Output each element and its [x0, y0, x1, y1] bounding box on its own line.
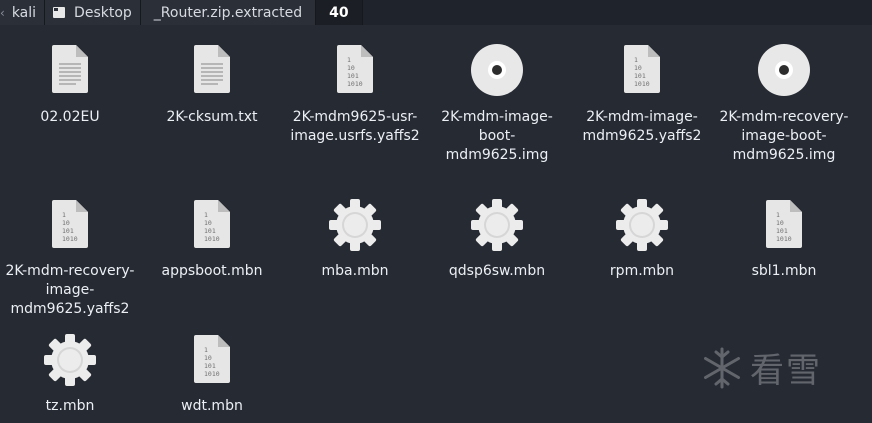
file-name: 2K-mdm-recovery- image- mdm9625.yaffs2 — [5, 263, 135, 317]
breadcrumb-kali[interactable]: ‹ kali — [0, 0, 46, 25]
breadcrumb-label: 40 — [329, 4, 349, 21]
file-name: 02.02EU — [40, 109, 100, 125]
executable-gear-icon — [616, 199, 668, 251]
desktop-folder-icon — [53, 7, 66, 18]
binary-file-icon: 1 10 101 1010 — [194, 335, 230, 383]
path-bar: ‹ kali Desktop _Router.zip.extracted 40 — [0, 0, 872, 25]
svg-text:101: 101 — [776, 227, 788, 235]
breadcrumb-label: kali — [11, 4, 37, 21]
svg-text:10: 10 — [204, 354, 212, 362]
breadcrumb-router-extracted[interactable]: _Router.zip.extracted — [140, 0, 317, 25]
binary-file-icon: 1 10 101 1010 — [337, 45, 373, 93]
binary-file-icon: 1 10 101 1010 — [624, 45, 660, 93]
svg-text:1: 1 — [634, 56, 638, 64]
file-name: 2K-mdm-image- boot- mdm9625.img — [441, 109, 553, 163]
svg-text:1: 1 — [62, 211, 66, 219]
svg-text:1010: 1010 — [776, 235, 792, 243]
svg-text:10: 10 — [776, 219, 784, 227]
text-file-icon — [194, 45, 230, 93]
file-name: 2K-mdm-recovery- image-boot- mdm9625.img — [719, 109, 849, 163]
svg-text:1: 1 — [204, 346, 208, 354]
executable-gear-icon — [44, 334, 96, 386]
executable-gear-icon — [471, 199, 523, 251]
svg-text:101: 101 — [204, 362, 216, 370]
watermark: 看雪 — [700, 343, 822, 392]
watermark-text: 看雪 — [750, 351, 822, 391]
svg-text:101: 101 — [634, 72, 646, 80]
svg-text:101: 101 — [347, 72, 359, 80]
executable-gear-icon — [329, 199, 381, 251]
svg-text:1010: 1010 — [62, 235, 78, 243]
file-name: sbl1.mbn — [751, 263, 817, 279]
svg-text:10: 10 — [634, 64, 642, 72]
svg-text:1010: 1010 — [634, 80, 650, 88]
svg-text:10: 10 — [62, 219, 70, 227]
svg-text:101: 101 — [62, 227, 74, 235]
svg-text:10: 10 — [204, 219, 212, 227]
file-name: qdsp6sw.mbn — [448, 263, 546, 279]
snowflake-logo-icon — [704, 347, 740, 388]
svg-text:1010: 1010 — [204, 235, 220, 243]
file-name: 2K-cksum.txt — [166, 109, 258, 125]
breadcrumb-label: _Router.zip.extracted — [153, 4, 303, 21]
svg-text:101: 101 — [204, 227, 216, 235]
svg-text:1: 1 — [347, 56, 351, 64]
file-name: 2K-mdm9625-usr- image.usrfs.yaffs2 — [290, 109, 420, 144]
disc-image-icon — [758, 44, 810, 96]
file-name: tz.mbn — [45, 398, 95, 414]
breadcrumb-overflow-icon[interactable]: ‹ — [0, 6, 5, 20]
binary-file-icon: 1 10 101 1010 — [194, 200, 230, 248]
file-name: rpm.mbn — [609, 263, 675, 279]
svg-text:1010: 1010 — [347, 80, 363, 88]
file-name: appsboot.mbn — [161, 263, 263, 279]
breadcrumb-desktop[interactable]: Desktop — [45, 0, 141, 25]
binary-file-icon: 1 10 101 1010 — [52, 200, 88, 248]
file-name: mba.mbn — [321, 263, 389, 279]
svg-text:10: 10 — [347, 64, 355, 72]
text-file-icon — [52, 45, 88, 93]
file-name: wdt.mbn — [181, 398, 243, 414]
file-name: 2K-mdm-image- mdm9625.yaffs2 — [582, 109, 702, 144]
binary-file-icon: 1 10 101 1010 — [766, 200, 802, 248]
disc-image-icon — [471, 44, 523, 96]
breadcrumb-label: Desktop — [74, 4, 132, 21]
breadcrumb-current-40[interactable]: 40 — [316, 0, 363, 25]
svg-text:1: 1 — [204, 211, 208, 219]
svg-text:1010: 1010 — [204, 370, 220, 378]
svg-text:1: 1 — [776, 211, 780, 219]
